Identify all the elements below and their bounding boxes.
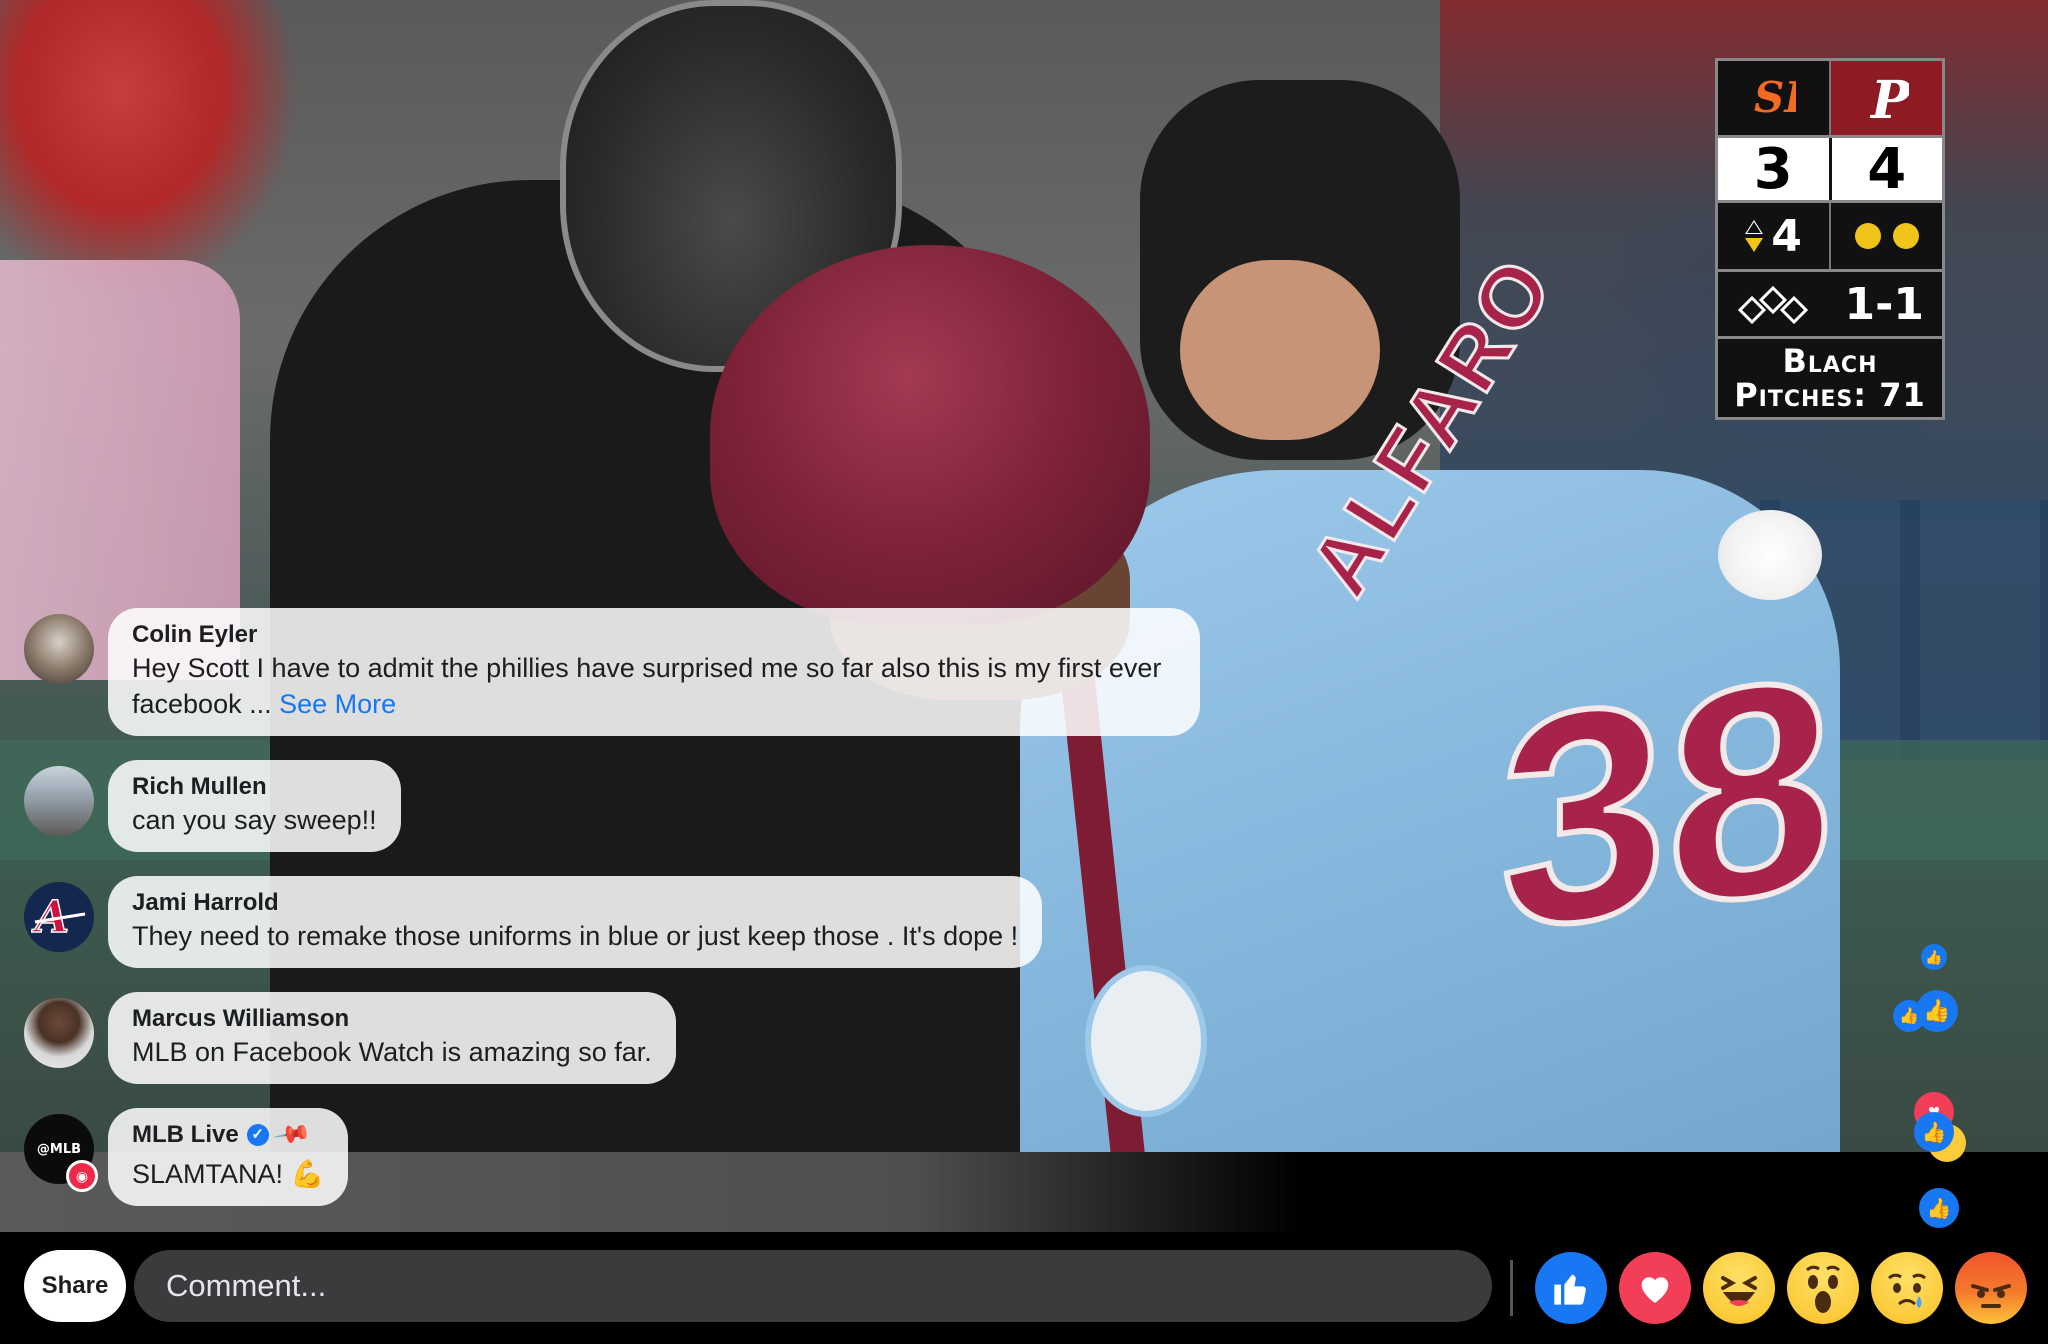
mlb-avatar-label: @MLB <box>36 1141 82 1157</box>
floating-like-icon: 👍 <box>1893 1000 1925 1032</box>
comment-input[interactable] <box>134 1250 1492 1322</box>
person-photo-avatar[interactable] <box>24 998 94 1068</box>
inning-half-arrows <box>1745 220 1764 252</box>
baseball <box>1718 510 1822 600</box>
out-dot-icon <box>1854 223 1881 249</box>
scoreboard-count-row: 1-1 <box>1718 272 1942 336</box>
scoreboard-inning-row: 4 <box>1718 203 1942 269</box>
scoreboard-team-row: SF P <box>1718 61 1942 135</box>
thumbs-up-icon <box>1554 1274 1586 1305</box>
comment-bubble: Colin Eyler Hey Scott I have to admit th… <box>108 608 1200 736</box>
comment-item: Colin Eyler Hey Scott I have to admit th… <box>24 608 1200 736</box>
braves-logo-avatar[interactable]: A <box>24 882 94 952</box>
comment-item: Marcus Williamson MLB on Facebook Watch … <box>24 992 676 1084</box>
outs-indicator <box>1831 203 1942 269</box>
laughing-face-icon <box>1721 1276 1757 1306</box>
commenter-name[interactable]: Colin Eyler <box>132 620 1176 650</box>
love-reaction-button[interactable] <box>1619 1252 1691 1324</box>
home-score: 4 <box>1831 137 1942 202</box>
couple-photo-avatar[interactable] <box>24 766 94 836</box>
pitcher-info: Blach Pitches: 71 <box>1718 339 1942 417</box>
scoreboard-score-row: 3 4 <box>1718 137 1942 202</box>
comment-item: A Jami Harrold They need to remake those… <box>24 876 1043 968</box>
inning-bottom-arrow-icon <box>1745 238 1764 252</box>
jersey-number: 38 <box>1497 609 1837 998</box>
comment-bubble: Jami Harrold They need to remake those u… <box>108 876 1043 968</box>
pitch-count: Pitches: 71 <box>1734 376 1926 414</box>
comment-text: They need to remake those uniforms in bl… <box>132 921 1019 951</box>
like-reaction-button[interactable] <box>1535 1252 1607 1324</box>
heart-icon <box>1641 1277 1669 1303</box>
phillies-p-logo-icon: P <box>1865 70 1909 126</box>
comment-text: MLB on Facebook Watch is amazing so far. <box>132 1037 652 1067</box>
scoreboard: SF P 3 4 4 <box>1715 58 1945 420</box>
angry-reaction-button[interactable] <box>1955 1252 2027 1324</box>
commenter-name: MLB Live ✓ 📌 <box>132 1115 324 1154</box>
comment-text: SLAMTANA! 💪 <box>132 1159 325 1189</box>
floating-like-icon: 👍 <box>1914 1112 1954 1152</box>
comment-item: @MLB MLB Live ✓ 📌 SLAMTANA! 💪 <box>24 1108 349 1206</box>
verified-badge-icon: ✓ <box>246 1124 269 1146</box>
wow-reaction-button[interactable] <box>1787 1252 1859 1324</box>
sad-reaction-button[interactable] <box>1871 1252 1943 1324</box>
comment-bubble: Marcus Williamson MLB on Facebook Watch … <box>108 992 676 1084</box>
angry-face-icon <box>1971 1284 2011 1308</box>
jersey-patch <box>1085 965 1207 1117</box>
comment-bubble: Rich Mullen can you say sweep!! <box>108 760 401 852</box>
sad-face-icon <box>1888 1273 1926 1308</box>
commenter-name[interactable]: Marcus Williamson <box>132 1004 652 1034</box>
pin-icon: 📌 <box>271 1114 312 1155</box>
floating-like-icon: 👍 <box>1921 944 1947 970</box>
pitcher-name: Blach <box>1782 342 1878 380</box>
fan-arm <box>1180 260 1380 440</box>
floating-like-icon: 👍 <box>1919 1188 1959 1228</box>
crowd-background <box>0 0 300 300</box>
home-team-logo: P <box>1831 61 1942 135</box>
batting-helmet <box>710 245 1150 625</box>
comment-bubble: MLB Live ✓ 📌 SLAMTANA! 💪 <box>108 1108 349 1206</box>
svg-text:P: P <box>1869 70 1909 126</box>
live-broadcast-icon: ◉ <box>66 1160 98 1192</box>
away-score: 3 <box>1718 137 1832 202</box>
comment-text: Hey Scott I have to admit the phillies h… <box>132 650 1176 722</box>
inning-number: 4 <box>1771 210 1802 262</box>
inning-top-arrow-icon <box>1745 220 1764 234</box>
haha-reaction-button[interactable] <box>1703 1252 1775 1324</box>
see-more-link[interactable]: See More <box>279 689 396 719</box>
bases-diamond-icon <box>1718 272 1828 336</box>
giants-sf-logo-icon: SF <box>1752 72 1796 124</box>
surprised-face-icon <box>1806 1265 1840 1313</box>
cat-photo-avatar[interactable] <box>24 614 94 684</box>
commenter-name-text[interactable]: MLB Live <box>132 1120 239 1150</box>
inning-indicator: 4 <box>1718 203 1831 269</box>
commenter-name[interactable]: Rich Mullen <box>132 772 377 802</box>
bottom-action-bar: Share <box>0 1232 2048 1344</box>
comment-item: Rich Mullen can you say sweep!! <box>24 760 401 852</box>
away-team-logo: SF <box>1718 61 1831 135</box>
commenter-name[interactable]: Jami Harrold <box>132 888 1018 918</box>
comment-text: can you say sweep!! <box>132 805 377 835</box>
svg-text:SF: SF <box>1754 73 1796 122</box>
share-button[interactable]: Share <box>24 1250 126 1322</box>
out-dot-icon <box>1892 223 1919 249</box>
ball-strike-count: 1-1 <box>1844 278 1925 330</box>
divider <box>1510 1260 1513 1316</box>
